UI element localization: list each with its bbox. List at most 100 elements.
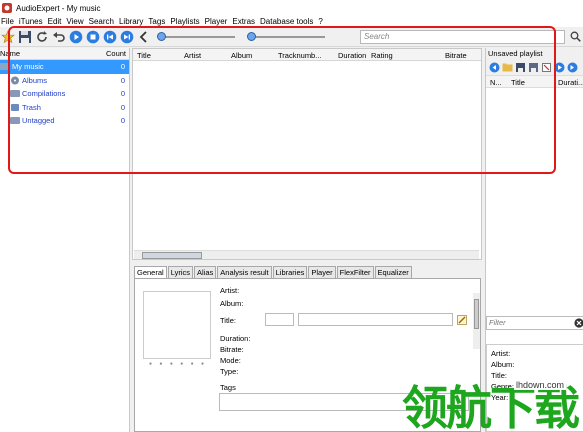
clear-icon: [541, 63, 551, 72]
label-title: Title:: [220, 316, 236, 325]
tab-equalizer[interactable]: Equalizer: [374, 266, 412, 278]
menu-edit[interactable]: Edit: [48, 17, 62, 26]
track-list[interactable]: Title Artist Album Tracknumb... Duration…: [132, 48, 482, 260]
menu-bar: File iTunes Edit View Search Library Tag…: [0, 16, 583, 27]
refresh-button[interactable]: [34, 29, 50, 45]
menu-help[interactable]: ?: [318, 17, 322, 26]
tree-col-name[interactable]: Name: [0, 49, 20, 58]
playlist-col-duration[interactable]: Durati...: [558, 78, 583, 87]
next-icon: [567, 62, 577, 73]
search-icon[interactable]: [570, 31, 581, 42]
menu-extras[interactable]: Extras: [232, 17, 255, 26]
track-list-hscrollbar[interactable]: [134, 250, 479, 259]
tab-player[interactable]: Player: [308, 266, 336, 278]
tags-field[interactable]: [219, 393, 469, 411]
library-tree: Name Count My music 0 Albums 0 Compilati…: [0, 48, 130, 432]
menu-search[interactable]: Search: [89, 17, 114, 26]
tab-flexfilter[interactable]: FlexFilter: [336, 266, 374, 278]
arrow-left-icon: [489, 62, 499, 73]
scrollbar-thumb[interactable]: [474, 299, 479, 329]
save-button[interactable]: [17, 29, 33, 45]
playlist-clear-button[interactable]: [540, 62, 552, 74]
music-library-icon: [0, 63, 10, 71]
volume-slider[interactable]: [247, 32, 329, 41]
position-slider-knob[interactable]: [157, 32, 166, 41]
details-vscrollbar[interactable]: [473, 293, 480, 349]
scrollbar-thumb[interactable]: [142, 252, 202, 259]
label-duration: Duration:: [220, 334, 251, 343]
playlist-save-button[interactable]: [514, 62, 526, 74]
playlist-play-button[interactable]: [553, 62, 565, 74]
tree-item-albums[interactable]: Albums 0: [0, 74, 129, 88]
track-number-field[interactable]: [265, 313, 294, 326]
next-button[interactable]: [119, 29, 135, 45]
star-icon: [1, 29, 15, 43]
tree-item-untagged[interactable]: Untagged 0: [0, 114, 129, 128]
compilations-icon: [10, 90, 20, 98]
stop-button[interactable]: [85, 29, 101, 45]
tree-item-trash[interactable]: Trash 0: [0, 101, 129, 115]
tree-col-count[interactable]: Count: [106, 49, 126, 58]
playlist-open-button[interactable]: [501, 62, 513, 74]
tree-item-compilations[interactable]: Compilations 0: [0, 87, 129, 101]
label-type: Type:: [220, 367, 239, 376]
filter-input[interactable]: Filter: [486, 316, 583, 330]
playlist-toolbar: [486, 60, 583, 76]
cover-art-controls[interactable]: ● ● ● ● ● ●: [149, 361, 207, 367]
playlist-next-button[interactable]: [566, 62, 578, 74]
back-button[interactable]: [136, 29, 152, 45]
position-slider-track: [161, 36, 235, 38]
menu-playlists[interactable]: Playlists: [170, 17, 199, 26]
tree-header: Name Count: [0, 48, 129, 60]
position-slider[interactable]: [157, 32, 239, 41]
playlist-back-button[interactable]: [488, 62, 500, 74]
col-tracknumber[interactable]: Tracknumb...: [278, 51, 321, 60]
star-button[interactable]: [0, 29, 16, 45]
floppy-icon: [19, 30, 31, 43]
col-artist[interactable]: Artist: [184, 51, 201, 60]
cover-art[interactable]: [143, 291, 211, 359]
volume-slider-track: [251, 36, 325, 38]
menu-view[interactable]: View: [66, 17, 83, 26]
tab-analysis-result[interactable]: Analysis result: [217, 266, 272, 278]
tab-libraries[interactable]: Libraries: [272, 266, 308, 278]
tree-item-my-music[interactable]: My music 0: [0, 60, 129, 74]
col-album[interactable]: Album: [231, 51, 252, 60]
search-input[interactable]: Search: [360, 30, 565, 44]
menu-tags[interactable]: Tags: [148, 17, 165, 26]
title-field[interactable]: [298, 313, 453, 326]
menu-player[interactable]: Player: [205, 17, 228, 26]
playlist-header: N... Title Durati...: [486, 76, 583, 88]
volume-slider-knob[interactable]: [247, 32, 256, 41]
playlist-saveas-button[interactable]: [527, 62, 539, 74]
col-rating[interactable]: Rating: [371, 51, 393, 60]
label-tags: Tags: [220, 383, 236, 392]
tree-item-label: Untagged: [22, 116, 55, 126]
menu-database-tools[interactable]: Database tools: [260, 17, 313, 26]
menu-itunes[interactable]: iTunes: [19, 17, 43, 26]
floppy-icon: [515, 63, 525, 72]
track-list-header: Title Artist Album Tracknumb... Duration…: [133, 49, 481, 61]
menu-library[interactable]: Library: [119, 17, 143, 26]
tree-item-count: 0: [120, 102, 125, 112]
menu-file[interactable]: File: [1, 17, 14, 26]
tree-item-label: Compilations: [22, 89, 66, 99]
tab-alias[interactable]: Alias: [194, 266, 217, 278]
tree-item-label: Trash: [22, 102, 41, 112]
info-year: Year:: [491, 393, 509, 402]
col-duration[interactable]: Duration: [338, 51, 366, 60]
label-mode: Mode:: [220, 356, 241, 365]
playlist-col-title[interactable]: Title: [511, 78, 525, 87]
edit-pencil-icon[interactable]: [457, 315, 467, 325]
info-title: Title:: [491, 371, 507, 380]
undo-button[interactable]: [51, 29, 67, 45]
info-genre: Genre:: [491, 382, 514, 391]
playlist-col-number[interactable]: N...: [490, 78, 502, 87]
previous-button[interactable]: [102, 29, 118, 45]
close-icon[interactable]: [574, 318, 583, 328]
play-button[interactable]: [68, 29, 84, 45]
col-title[interactable]: Title: [137, 51, 151, 60]
window-title: AudioExpert - My music: [16, 3, 101, 13]
col-bitrate[interactable]: Bitrate: [445, 51, 467, 60]
tab-lyrics[interactable]: Lyrics: [167, 266, 193, 278]
